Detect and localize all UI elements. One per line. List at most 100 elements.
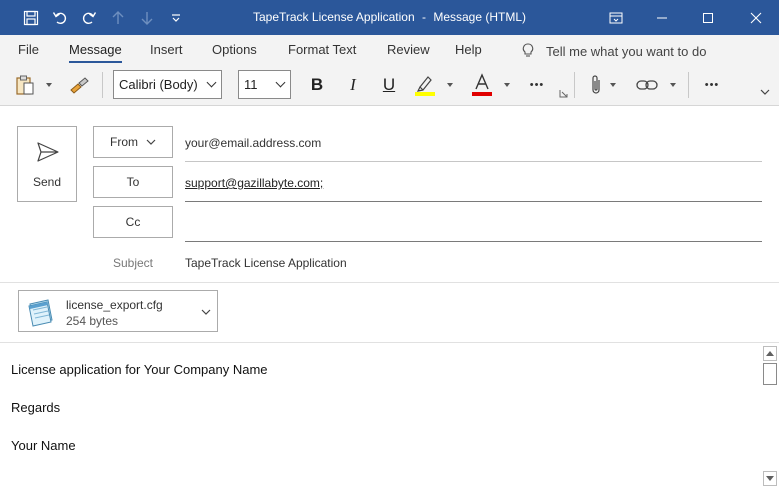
minimize-button[interactable] [639,0,685,35]
attach-dropdown[interactable] [607,70,619,100]
tab-options[interactable]: Options [212,41,257,61]
window-title-main: TapeTrack License Application [252,10,415,24]
font-color-button[interactable] [467,70,497,100]
tab-message[interactable]: Message [69,41,122,63]
cc-field[interactable] [185,216,762,232]
chevron-down-icon [610,83,616,87]
paperclip-icon [592,75,600,94]
window-title-separator: - [421,10,426,24]
highlighter-icon [415,76,435,96]
link-dropdown[interactable] [667,70,679,100]
save-icon[interactable] [16,0,45,35]
attachment-name: license_export.cfg [66,298,163,312]
bold-button[interactable]: B [303,70,331,100]
font-name-value: Calibri (Body) [119,77,198,92]
chevron-down-icon [206,77,217,88]
compose-pane: Send From your@email.address.com To supp… [0,106,779,486]
from-label: From [110,135,138,149]
font-name-select[interactable]: Calibri (Body) [113,70,222,99]
ribbon: File Message Insert Options Format Text … [0,35,779,106]
divider [0,282,779,283]
cc-label: Cc [125,215,141,229]
scroll-up-button[interactable] [763,346,777,361]
down-arrow-icon[interactable] [132,0,161,35]
ribbon-display-icon [609,12,623,23]
ribbon-display-options-button[interactable] [593,0,639,35]
more-font-options-button[interactable]: ••• [522,70,552,100]
attachment-card[interactable]: license_export.cfg 254 bytes [18,290,218,332]
font-size-select[interactable]: 11 [238,70,291,99]
chevron-down-icon [670,83,676,87]
close-button[interactable] [733,0,779,35]
chevron-down-icon [275,77,286,88]
redo-icon[interactable] [74,0,103,35]
toolbar-separator [102,72,103,98]
cc-button[interactable]: Cc [93,206,173,238]
to-button[interactable]: To [93,166,173,198]
send-icon [37,142,59,162]
format-painter-button[interactable] [66,70,92,100]
toolbar-separator [688,72,689,98]
body-scrollbar[interactable] [762,346,778,486]
tab-format-text[interactable]: Format Text [288,41,356,61]
collapse-ribbon-button[interactable] [758,85,772,99]
customize-toolbar-icon[interactable] [161,0,190,35]
font-color-dropdown[interactable] [500,70,514,100]
divider [185,241,762,242]
highlight-dropdown[interactable] [443,70,457,100]
title-bar: TapeTrack License Application - Message … [0,0,779,35]
chevron-down-icon [504,83,510,87]
from-field[interactable]: your@email.address.com [185,136,321,150]
ribbon-tabs: File Message Insert Options Format Text … [0,35,779,65]
attach-file-button[interactable] [584,70,608,100]
minimize-icon [657,17,667,18]
toolbar-separator [574,72,575,98]
body-line: Regards [11,400,61,415]
tab-file[interactable]: File [18,41,39,61]
paste-dropdown[interactable] [42,70,56,100]
highlight-button[interactable] [410,70,440,100]
scroll-down-button[interactable] [763,471,777,486]
tell-me-search[interactable]: Tell me what you want to do [522,41,706,61]
message-body[interactable]: License application for Your Company Nam… [0,343,762,486]
chevron-down-icon [46,83,52,87]
chevron-down-icon [146,139,156,145]
body-line: Your Name [11,438,76,453]
tab-insert[interactable]: Insert [150,41,183,61]
subject-label: Subject [112,256,154,270]
chevron-down-icon [760,89,770,95]
maximize-icon [703,12,713,23]
tab-review[interactable]: Review [387,41,430,61]
paintbrush-icon [70,77,89,94]
maximize-button[interactable] [685,0,731,35]
divider [185,161,762,162]
send-button[interactable]: Send [17,126,77,202]
link-icon [636,80,658,90]
font-dialog-launcher[interactable] [557,87,569,99]
window-title-type: Message (HTML) [433,10,527,24]
to-field[interactable]: support@gazillabyte.com; [185,176,323,190]
underline-button[interactable]: U [375,70,403,100]
tab-help[interactable]: Help [455,41,482,61]
font-size-value: 11 [244,77,258,92]
font-color-icon [472,73,492,96]
notepad-file-icon [28,299,53,327]
to-label: To [126,175,140,189]
tell-me-label: Tell me what you want to do [546,43,707,59]
chevron-down-icon[interactable] [201,309,211,315]
scroll-thumb[interactable] [763,363,777,385]
subject-field[interactable]: TapeTrack License Application [185,256,347,270]
chevron-down-icon [766,476,774,481]
body-line: License application for Your Company Nam… [11,362,268,377]
up-arrow-icon[interactable] [103,0,132,35]
more-commands-button[interactable]: ••• [697,70,727,100]
undo-icon[interactable] [45,0,74,35]
paste-button[interactable] [10,70,40,100]
chevron-up-icon [766,351,774,356]
dialog-launcher-icon [559,89,567,97]
ribbon-toolbar: Calibri (Body) 11 B I U ••• ••• [0,65,779,105]
link-button[interactable] [634,70,660,100]
italic-button[interactable]: I [339,70,367,100]
from-button[interactable]: From [93,126,173,158]
divider [185,201,762,202]
